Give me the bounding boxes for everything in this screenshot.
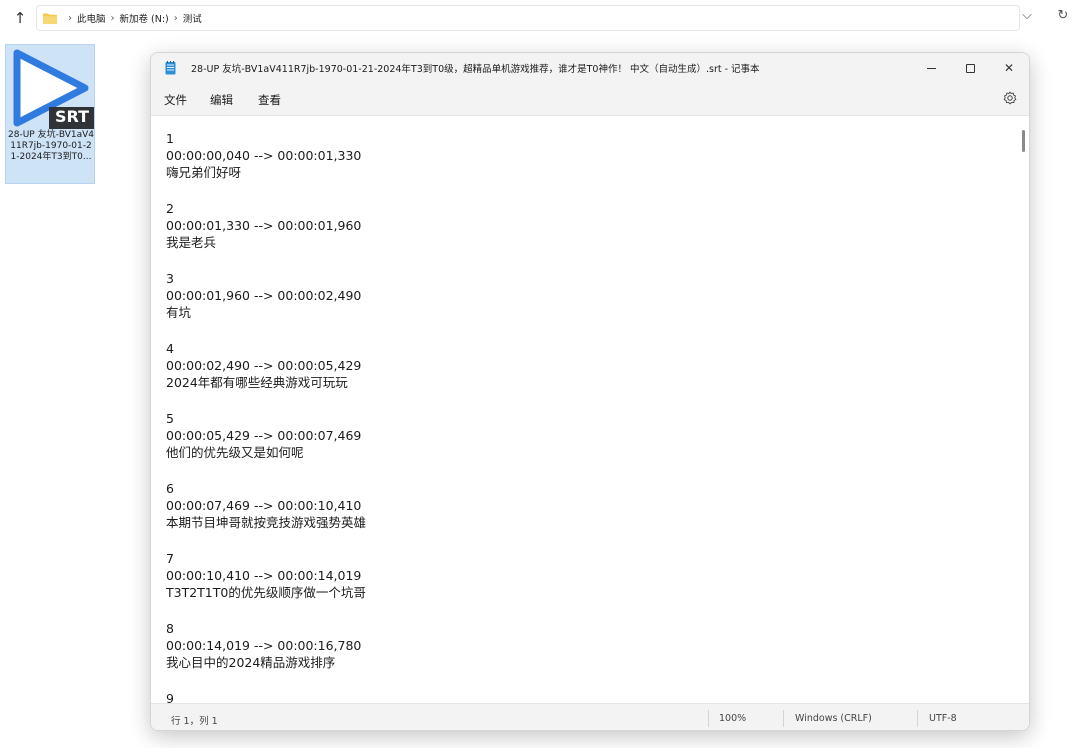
address-box[interactable]: › 此电脑 › 新加卷 (N:) › 测试 <box>36 5 1020 31</box>
srt-entry: 4 00:00:02,490 --> 00:00:05,429 2024年都有哪… <box>166 340 366 410</box>
status-divider <box>708 710 709 727</box>
entry-index: 1 <box>166 131 174 146</box>
notepad-window: 28-UP 友坑-BV1aV411R7jb-1970-01-21-2024年T3… <box>150 52 1030 731</box>
srt-entry: 2 00:00:01,330 --> 00:00:01,960 我是老兵 <box>166 200 366 270</box>
menu-edit[interactable]: 编辑 <box>210 92 233 108</box>
breadcrumb-separator: › <box>68 12 72 24</box>
entry-text: 我是老兵 <box>166 235 217 250</box>
entry-timecode: 00:00:01,330 --> 00:00:01,960 <box>166 218 362 233</box>
folder-icon <box>43 13 57 24</box>
entry-timecode: 00:00:02,490 --> 00:00:05,429 <box>166 358 362 373</box>
entry-timecode: 00:00:00,040 --> 00:00:01,330 <box>166 148 362 163</box>
maximize-icon <box>965 63 975 73</box>
entry-timecode: 00:00:01,960 --> 00:00:02,490 <box>166 288 362 303</box>
srt-entry: 9 <box>166 690 366 703</box>
srt-entry: 6 00:00:07,469 --> 00:00:10,410 本期节目坤哥就按… <box>166 480 366 550</box>
minimize-button[interactable] <box>911 53 951 83</box>
entry-text: 我心目中的2024精品游戏排序 <box>166 655 336 670</box>
close-button[interactable]: ✕ <box>989 53 1029 83</box>
breadcrumb-separator: › <box>173 12 178 24</box>
srt-badge: SRT <box>54 107 90 126</box>
srt-entry: 8 00:00:14,019 --> 00:00:16,780 我心目中的202… <box>166 620 366 690</box>
entry-index: 8 <box>166 621 174 636</box>
text-editor[interactable]: 1 00:00:00,040 --> 00:00:01,330 嗨兄弟们好呀 2… <box>151 115 1029 703</box>
srt-entry: 5 00:00:05,429 --> 00:00:07,469 他们的优先级又是… <box>166 410 366 480</box>
window-title: 28-UP 友坑-BV1aV411R7jb-1970-01-21-2024年T3… <box>191 64 760 75</box>
cursor-position: 行 1，列 1 <box>171 716 218 727</box>
entry-text: 本期节目坤哥就按竞技游戏强势英雄 <box>166 515 367 530</box>
explorer-address-bar: ↑ › 此电脑 › 新加卷 (N:) › 测试 ⌵ ↻ <box>0 0 1080 36</box>
notepad-icon <box>165 61 176 75</box>
entry-text: 2024年都有哪些经典游戏可玩玩 <box>166 375 348 390</box>
vertical-scrollbar[interactable] <box>1022 130 1025 152</box>
entry-text: 他们的优先级又是如何呢 <box>166 445 304 460</box>
entry-text: 嗨兄弟们好呀 <box>166 165 242 180</box>
entry-index: 6 <box>166 481 174 496</box>
entry-index: 4 <box>166 341 174 356</box>
maximize-button[interactable] <box>950 53 990 83</box>
entry-text: 有坑 <box>166 305 192 320</box>
entry-index: 3 <box>166 271 174 286</box>
menu-file[interactable]: 文件 <box>164 92 187 108</box>
menu-view[interactable]: 查看 <box>258 92 281 108</box>
close-icon: ✕ <box>1003 61 1015 75</box>
srt-entries: 1 00:00:00,040 --> 00:00:01,330 嗨兄弟们好呀 2… <box>166 130 366 703</box>
entry-index: 2 <box>166 201 174 216</box>
entry-index: 5 <box>166 411 174 426</box>
breadcrumb-test-folder[interactable]: 测试 <box>183 11 202 25</box>
breadcrumb-volume[interactable]: 新加卷 (N:) <box>120 11 169 25</box>
breadcrumb-this-pc[interactable]: 此电脑 <box>77 11 106 25</box>
encoding: UTF-8 <box>929 713 957 724</box>
entry-timecode: 00:00:05,429 --> 00:00:07,469 <box>166 428 362 443</box>
entry-timecode: 00:00:10,410 --> 00:00:14,019 <box>166 568 362 583</box>
srt-file-icon[interactable]: SRT 28-UP 友坑-BV1aV411R7jb-1970-01-21-202… <box>5 44 95 184</box>
settings-icon[interactable] <box>1003 91 1017 105</box>
entry-index: 9 <box>166 691 174 703</box>
status-bar: 行 1，列 1 100% Windows (CRLF) UTF-8 <box>151 703 1029 730</box>
status-divider <box>783 710 784 727</box>
file-name-label: 28-UP 友坑-BV1aV411R7jb-1970-01-21-2024年T3… <box>8 130 95 162</box>
entry-timecode: 00:00:14,019 --> 00:00:16,780 <box>166 638 362 653</box>
srt-entry: 3 00:00:01,960 --> 00:00:02,490 有坑 <box>166 270 366 340</box>
entry-text: T3T2T1T0的优先级顺序做一个坑哥 <box>166 585 366 600</box>
status-divider <box>917 710 918 727</box>
srt-entry: 7 00:00:10,410 --> 00:00:14,019 T3T2T1T0… <box>166 550 366 620</box>
zoom-level: 100% <box>719 713 747 724</box>
refresh-icon[interactable]: ↻ <box>1056 8 1070 24</box>
entry-timecode: 00:00:07,469 --> 00:00:10,410 <box>166 498 362 513</box>
line-ending: Windows (CRLF) <box>795 713 872 724</box>
title-bar[interactable]: 28-UP 友坑-BV1aV411R7jb-1970-01-21-2024年T3… <box>151 53 1029 83</box>
entry-index: 7 <box>166 551 174 566</box>
up-arrow-icon[interactable]: ↑ <box>12 9 28 27</box>
srt-entry: 1 00:00:00,040 --> 00:00:01,330 嗨兄弟们好呀 <box>166 130 366 200</box>
menu-bar: 文件 编辑 查看 <box>151 83 1029 115</box>
chevron-down-icon[interactable]: ⌵ <box>1020 8 1034 24</box>
breadcrumb-separator: › <box>110 12 115 24</box>
minimize-icon <box>926 67 936 69</box>
